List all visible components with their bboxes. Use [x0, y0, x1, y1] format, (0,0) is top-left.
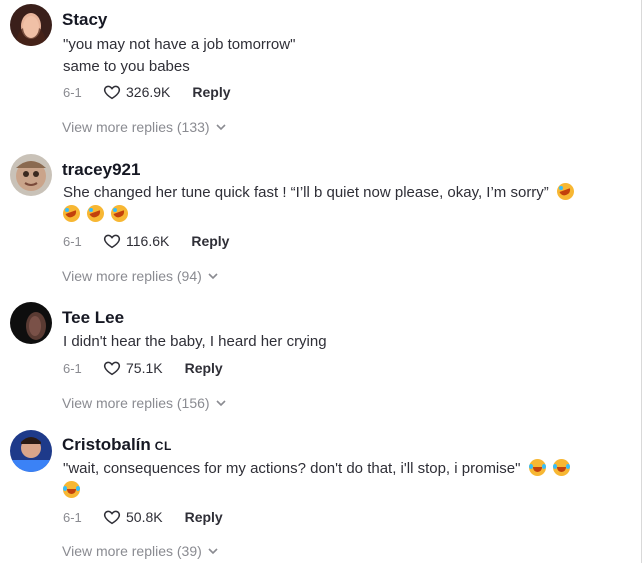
comment-date: 6-1 [63, 233, 82, 249]
comment-text: same to you babes [63, 58, 190, 75]
chevron-down-icon [208, 548, 218, 555]
username[interactable]: Tee Lee [62, 308, 124, 328]
comment-emojis [63, 204, 131, 226]
grinning-squinting-emoji-icon [552, 459, 570, 476]
comment-date: 6-1 [63, 360, 82, 376]
username[interactable]: tracey921 [62, 160, 140, 180]
comment-date: 6-1 [63, 509, 82, 525]
comment-meta: 6-1 75.1K Reply [63, 358, 223, 378]
heart-icon [103, 234, 121, 249]
rolling-on-floor-laughing-emoji-icon [111, 205, 129, 222]
heart-icon [103, 361, 121, 376]
avatar[interactable] [10, 154, 52, 196]
avatar[interactable] [10, 4, 52, 46]
rolling-on-floor-laughing-emoji-icon [87, 205, 105, 222]
view-more-replies[interactable]: View more replies (133) [62, 119, 226, 135]
chevron-down-icon [208, 273, 218, 280]
heart-icon [103, 510, 121, 525]
reply-button[interactable]: Reply [185, 360, 223, 376]
like-button[interactable]: 116.6K [103, 232, 169, 250]
view-more-replies[interactable]: View more replies (156) [62, 395, 226, 411]
view-more-replies-label: View more replies (94) [62, 268, 202, 284]
comment-date: 6-1 [63, 84, 82, 100]
grinning-squinting-emoji-icon [63, 481, 80, 498]
rolling-on-floor-laughing-emoji-icon [556, 183, 574, 200]
comment-emojis [63, 480, 83, 502]
reply-button[interactable]: Reply [191, 233, 229, 249]
avatar[interactable] [10, 302, 52, 344]
reply-button[interactable]: Reply [192, 84, 230, 100]
chevron-down-icon [216, 400, 226, 407]
like-button[interactable]: 75.1K [103, 359, 163, 377]
reply-button[interactable]: Reply [185, 509, 223, 525]
like-button[interactable]: 50.8K [103, 508, 163, 526]
grinning-squinting-emoji-icon [528, 459, 546, 476]
comment-text: I didn't hear the baby, I heard her cryi… [63, 333, 327, 350]
view-more-replies-label: View more replies (133) [62, 119, 210, 135]
username[interactable]: Stacy [62, 10, 107, 30]
comment-meta: 6-1 50.8K Reply [63, 507, 223, 527]
like-count: 50.8K [126, 509, 163, 525]
country-badge: CL [154, 439, 172, 453]
view-more-replies[interactable]: View more replies (39) [62, 543, 218, 559]
view-more-replies-label: View more replies (39) [62, 543, 202, 559]
like-button[interactable]: 326.9K [103, 83, 170, 101]
like-count: 75.1K [126, 360, 163, 376]
like-count: 116.6K [126, 233, 170, 249]
username[interactable]: Cristobalín CL [62, 435, 172, 456]
comment-text: "wait, consequences for my actions? don'… [63, 458, 573, 480]
view-more-replies-label: View more replies (156) [62, 395, 210, 411]
avatar[interactable] [10, 430, 52, 472]
like-count: 326.9K [126, 84, 171, 100]
comment-meta: 6-1 326.9K Reply [63, 82, 231, 102]
rolling-on-floor-laughing-emoji-icon [63, 205, 80, 222]
comment-text: "you may not have a job tomorrow" [63, 36, 296, 53]
comment-text: She changed her tune quick fast ! “I’ll … [63, 182, 577, 204]
comment-meta: 6-1 116.6K Reply [63, 231, 229, 251]
chevron-down-icon [216, 124, 226, 131]
heart-icon [103, 85, 121, 100]
view-more-replies[interactable]: View more replies (94) [62, 268, 218, 284]
